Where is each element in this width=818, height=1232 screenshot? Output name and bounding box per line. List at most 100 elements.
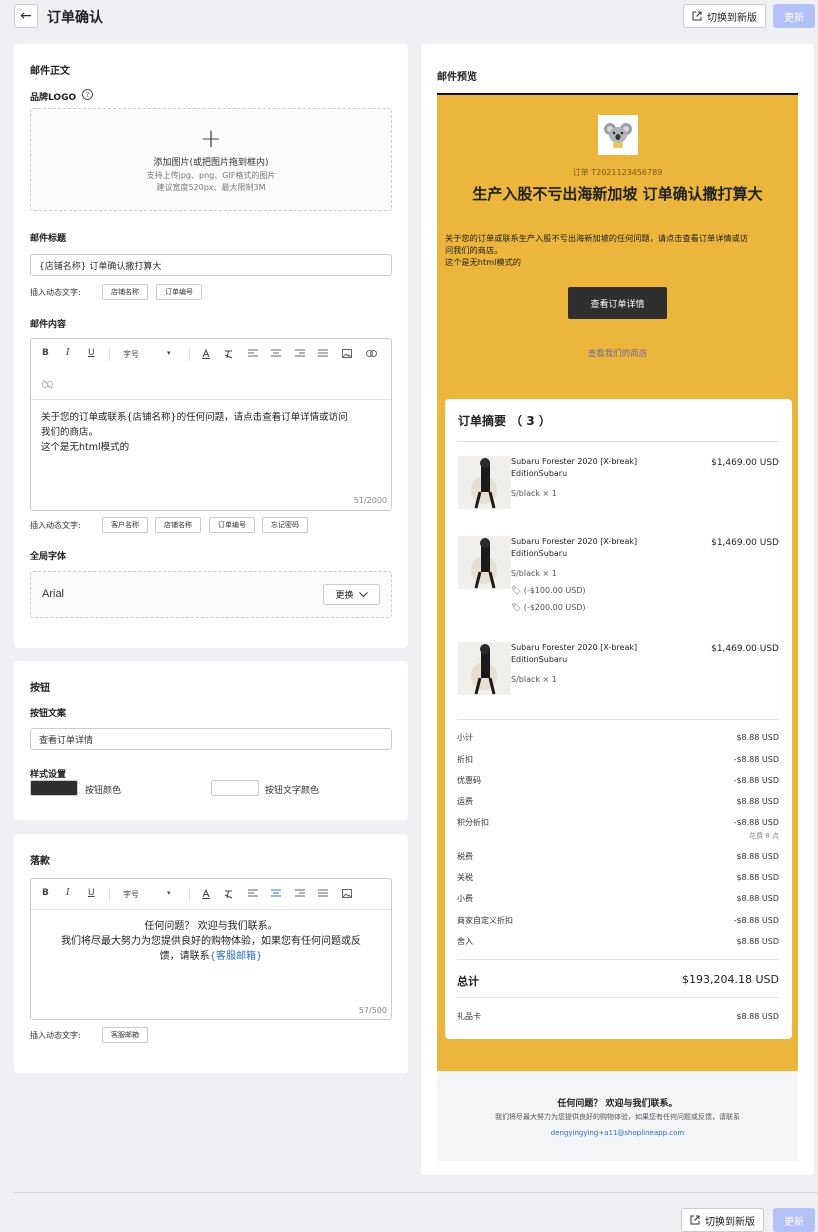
total-label: 总计 <box>457 975 479 988</box>
email-preview: 订单 T2021123456789 生产入股不亏出海新加坡 订单确认撒打算大 关… <box>437 93 798 1071</box>
product-name: Subaru Forester 2020 [X-break] EditionSub… <box>511 537 638 558</box>
help-icon[interactable]: ? <box>82 89 93 100</box>
line-key: 税费 <box>457 852 473 861</box>
italic-button[interactable]: I <box>66 888 70 898</box>
style-label: 样式设置 <box>30 770 67 780</box>
summary-title: 订单摘要 （ 3 ） <box>458 414 551 428</box>
line-value: -$8.88 USD <box>733 818 779 827</box>
align-right-icon[interactable] <box>295 889 305 898</box>
line-value: -$8.88 USD <box>733 916 779 925</box>
line-value: $8.88 USD <box>736 937 779 946</box>
button-text-label: 按钮文案 <box>30 709 67 719</box>
image-icon[interactable] <box>342 889 352 898</box>
chevron-down-icon[interactable]: ▾ <box>167 889 171 897</box>
line-value: $8.88 USD <box>736 873 779 882</box>
email-preview-card: 邮件预览 订单 T2021123456789 生产入股不亏出海新加坡 订单确认撒… <box>421 44 814 1175</box>
top-bar: ← 订单确认 切换到新版 更新 <box>0 0 818 32</box>
line-key: 商家自定义折扣 <box>457 916 513 925</box>
line-value: $8.88 USD <box>736 733 779 742</box>
order-summary: 订单摘要 （ 3 ） Subaru Forester 2020 [X-break… <box>445 399 792 1039</box>
product-price: $1,469.00 USD <box>711 458 779 468</box>
align-center-icon[interactable] <box>271 349 281 358</box>
view-store-link[interactable]: 查看我们的商店 <box>437 347 798 359</box>
font-selector: Arial 更换 <box>30 571 392 618</box>
product-discount: 🏷 (-$100.00 USD) <box>511 586 586 595</box>
bold-button[interactable]: B <box>42 348 49 358</box>
button-color-swatch[interactable] <box>30 780 78 796</box>
align-justify-icon[interactable] <box>318 889 328 898</box>
email-headline: 生产入股不亏出海新加坡 订单确认撒打算大 <box>472 185 763 203</box>
link-icon[interactable] <box>366 350 377 357</box>
tag-icon: 🏷 <box>511 586 522 595</box>
align-right-icon[interactable] <box>295 349 305 358</box>
signature-text[interactable]: 任何问题？ 欢迎与我们联系。 我们将尽最大努力为您提供良好的购物体验，如果您有任… <box>31 919 391 964</box>
subject-input[interactable]: {店铺名称} 订单确认撒打算大 <box>30 254 392 276</box>
switch-version-button[interactable]: 切换到新版 <box>681 1208 764 1232</box>
switch-version-button[interactable]: 切换到新版 <box>683 4 766 28</box>
support-email-token: {客服邮箱} <box>209 951 263 962</box>
line-key: 运费 <box>457 797 473 806</box>
chip-store-name[interactable]: 店铺名称 <box>155 517 201 533</box>
chip-order-no[interactable]: 订单编号 <box>156 284 202 300</box>
footer-email-link[interactable]: dengyingying+a11@shoplineapp.com <box>437 1129 798 1137</box>
line-key: 关税 <box>457 873 473 882</box>
align-left-icon[interactable] <box>248 889 258 898</box>
font-color-icon[interactable] <box>201 349 211 359</box>
line-key: 积分折扣 <box>457 818 489 827</box>
view-order-button[interactable]: 查看订单详情 <box>568 287 667 319</box>
tag-icon: 🏷 <box>511 603 522 612</box>
section-title: 按钮 <box>30 683 50 694</box>
align-center-icon[interactable] <box>271 889 281 898</box>
unlink-icon[interactable] <box>42 380 53 389</box>
underline-button[interactable]: U <box>88 888 95 898</box>
clear-format-icon[interactable] <box>224 349 234 359</box>
content-editor[interactable]: B I U 字号 ▾ 关于您的订单或联系{店铺名称}的任何问题，请点击查看订单详… <box>30 338 392 511</box>
change-font-button[interactable]: 更换 <box>323 584 380 605</box>
chevron-down-icon[interactable]: ▾ <box>167 349 171 357</box>
align-justify-icon[interactable] <box>318 349 328 358</box>
underline-button[interactable]: U <box>88 348 95 358</box>
chip-customer-name[interactable]: 客户名称 <box>102 517 148 533</box>
product-image <box>458 536 511 589</box>
line-key: 舍入 <box>457 937 473 946</box>
button-text-color-swatch[interactable] <box>211 780 259 796</box>
font-size-select[interactable]: 字号 <box>123 889 139 900</box>
font-size-select[interactable]: 字号 <box>123 349 139 360</box>
signature-counter: 57/500 <box>358 1006 387 1015</box>
content-text[interactable]: 关于您的订单或联系{店铺名称}的任何问题，请点击查看订单详情或访问 我们的商店。… <box>41 410 348 455</box>
chip-support-email[interactable]: 客服邮箱 <box>102 1027 148 1043</box>
points-note: 花费 8 点 <box>749 832 779 840</box>
logo-upload-area[interactable]: + 添加图片(或把图片拖到框内) 支持上传jpg、png、GIF格式的图片 建议… <box>30 108 392 211</box>
signature-editor[interactable]: B I U 字号 ▾ 任何问题？ 欢迎与我们联系。 我们将尽最大努力为您提供良好… <box>30 878 392 1020</box>
footer-title: 任何问题？ 欢迎与我们联系。 <box>557 1099 678 1109</box>
signature-card: 落款 B I U 字号 ▾ 任何问题？ 欢迎与我们联系。 我们将尽最大努力为您提… <box>14 834 408 1073</box>
external-link-icon <box>690 1215 700 1225</box>
clear-format-icon[interactable] <box>224 889 234 899</box>
line-value: -$8.88 USD <box>733 776 779 785</box>
content-label: 邮件内容 <box>30 320 67 330</box>
chip-store-name[interactable]: 店铺名称 <box>102 284 148 300</box>
chip-order-no[interactable]: 订单编号 <box>209 517 255 533</box>
email-body-text: 关于您的订单或联系生产入股不亏出海新加坡的任何问题，请点击查看订单详情或访 问我… <box>445 233 748 267</box>
product-image <box>458 642 511 695</box>
external-link-icon <box>692 11 702 21</box>
update-button[interactable]: 更新 <box>773 4 815 28</box>
logo-label: 品牌LOGO <box>30 93 77 103</box>
image-icon[interactable] <box>342 349 352 358</box>
line-key: 小费 <box>457 894 473 903</box>
update-button[interactable]: 更新 <box>773 1208 815 1232</box>
chip-forgot-password[interactable]: 忘记密码 <box>262 517 308 533</box>
align-left-icon[interactable] <box>248 349 258 358</box>
email-footer: 任何问题？ 欢迎与我们联系。 我们将尽最大努力为您提供良好的购物体验，如果您有任… <box>437 1071 798 1161</box>
koala-logo-icon <box>604 123 632 148</box>
back-button[interactable]: ← <box>14 4 38 28</box>
line-value: $8.88 USD <box>736 852 779 861</box>
button-text-input[interactable]: 查看订单详情 <box>30 728 392 750</box>
page-title: 订单确认 <box>47 10 103 26</box>
line-key: 小计 <box>457 733 473 742</box>
italic-button[interactable]: I <box>66 348 70 358</box>
line-key: 优惠码 <box>457 776 481 785</box>
font-color-icon[interactable] <box>201 889 211 899</box>
bold-button[interactable]: B <box>42 888 49 898</box>
gift-card-value: $8.88 USD <box>736 1012 779 1021</box>
